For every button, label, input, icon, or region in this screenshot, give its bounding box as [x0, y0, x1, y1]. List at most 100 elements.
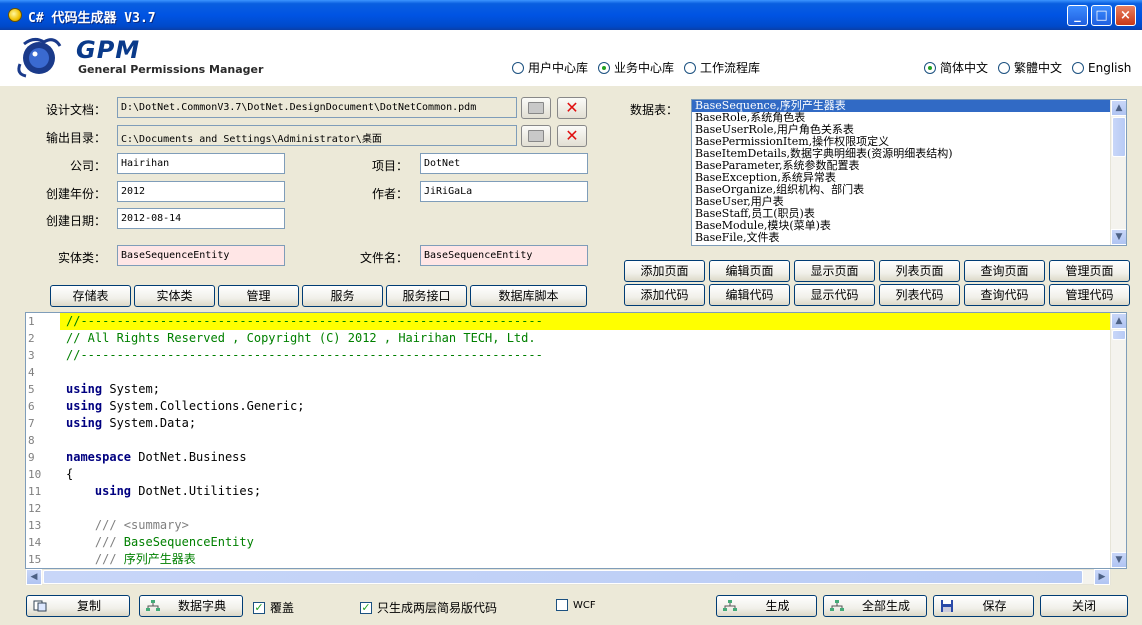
- author-input[interactable]: JiRiGaLa: [420, 181, 588, 202]
- query-code-button[interactable]: 查询代码: [964, 284, 1045, 306]
- code-line[interactable]: {: [60, 466, 1110, 483]
- list-code-button[interactable]: 列表代码: [879, 284, 960, 306]
- code-line[interactable]: using System;: [60, 381, 1110, 398]
- scroll-down-icon[interactable]: ▼: [1111, 229, 1126, 245]
- folder-icon: [528, 102, 544, 114]
- entity-class-button[interactable]: 实体类: [134, 285, 215, 307]
- edit-page-button[interactable]: 编辑页面: [709, 260, 790, 282]
- table-listbox[interactable]: BaseSequence,序列产生器表 BaseRole,系统角色表 BaseU…: [691, 99, 1127, 246]
- service-interface-button[interactable]: 服务接口: [386, 285, 467, 307]
- maximize-button[interactable]: □: [1091, 5, 1112, 26]
- wcf-checkbox[interactable]: WCF: [556, 599, 596, 611]
- service-button[interactable]: 服务: [302, 285, 383, 307]
- close-button[interactable]: 关闭: [1040, 595, 1128, 617]
- add-page-button[interactable]: 添加页面: [624, 260, 705, 282]
- db-script-button[interactable]: 数据库脚本: [470, 285, 587, 307]
- scroll-thumb[interactable]: [1112, 117, 1126, 157]
- code-token: DotNet.Business: [131, 450, 247, 464]
- edit-code-button[interactable]: 编辑代码: [709, 284, 790, 306]
- browse-design-doc-button[interactable]: [521, 97, 551, 119]
- generate-all-button[interactable]: 全部生成: [823, 595, 927, 617]
- line-number: 7: [28, 417, 35, 430]
- scroll-up-icon[interactable]: ▲: [1111, 313, 1126, 329]
- scroll-down-icon[interactable]: ▼: [1111, 552, 1126, 568]
- radio-user-center-db[interactable]: 用户中心库: [512, 59, 588, 76]
- line-number: 4: [28, 366, 35, 379]
- two-layer-checkbox[interactable]: ✓ 只生成两层简易版代码: [360, 599, 497, 616]
- scroll-up-icon[interactable]: ▲: [1111, 100, 1126, 116]
- logo-subtitle: General Permissions Manager: [78, 63, 264, 76]
- save-button[interactable]: 保存: [933, 595, 1034, 617]
- clear-design-doc-button[interactable]: ✕: [557, 97, 587, 119]
- code-line[interactable]: // All Rights Reserved , Copyright (C) 2…: [60, 330, 1110, 347]
- tables-label: 数据表：: [629, 103, 678, 117]
- data-dictionary-button[interactable]: 数据字典: [139, 595, 243, 617]
- checkmark-icon: ✓: [253, 600, 265, 614]
- radio-business-center-db[interactable]: 业务中心库: [598, 59, 674, 76]
- filename-input[interactable]: BaseSequenceEntity: [420, 245, 588, 266]
- hierarchy-icon: [146, 600, 160, 611]
- close-window-button[interactable]: ×: [1115, 5, 1136, 26]
- code-line[interactable]: [60, 500, 1110, 517]
- code-token: ///: [66, 552, 124, 566]
- add-code-button[interactable]: 添加代码: [624, 284, 705, 306]
- code-line[interactable]: [60, 364, 1110, 381]
- generate-all-label: 全部生成: [861, 599, 910, 613]
- scroll-thumb[interactable]: [1112, 330, 1126, 340]
- radio-simplified-chinese[interactable]: 简体中文: [924, 59, 988, 76]
- code-line[interactable]: using DotNet.Utilities;: [60, 483, 1110, 500]
- date-input[interactable]: 2012-08-14: [117, 208, 285, 229]
- overwrite-checkbox[interactable]: ✓ 覆盖: [253, 599, 294, 616]
- output-dir-label: 输出目录：: [45, 131, 106, 145]
- line-number: 12: [28, 502, 42, 515]
- logo-gpm-text: GPM: [76, 36, 141, 64]
- code-line[interactable]: /// BaseSequenceEntity: [60, 534, 1110, 551]
- scroll-left-icon[interactable]: ◀: [26, 569, 42, 585]
- design-doc-input[interactable]: D:\DotNet.CommonV3.7\DotNet.DesignDocume…: [117, 97, 517, 118]
- code-token: System;: [102, 382, 160, 396]
- output-dir-input[interactable]: C:\Documents and Settings\Administrator\…: [117, 125, 517, 146]
- manage-page-button[interactable]: 管理页面: [1049, 260, 1130, 282]
- view-code-button[interactable]: 显示代码: [794, 284, 875, 306]
- code-line[interactable]: /// 序列产生器表: [60, 551, 1110, 568]
- radio-workflow-db[interactable]: 工作流程库: [684, 59, 760, 76]
- line-number: 1: [28, 315, 35, 328]
- editor-horizontal-scrollbar[interactable]: ◀ ▶: [25, 569, 1111, 585]
- browse-output-dir-button[interactable]: [521, 125, 551, 147]
- table-list-scrollbar[interactable]: ▲ ▼: [1110, 100, 1126, 245]
- radio-traditional-chinese[interactable]: 繁體中文: [998, 59, 1062, 76]
- storage-table-button[interactable]: 存储表: [50, 285, 131, 307]
- entity-input[interactable]: BaseSequenceEntity: [117, 245, 285, 266]
- delete-icon: ✕: [565, 126, 579, 145]
- minimize-button[interactable]: _: [1067, 5, 1088, 26]
- code-line[interactable]: /// <summary>: [60, 517, 1110, 534]
- company-label: 公司：: [69, 159, 106, 173]
- radio-english[interactable]: English: [1072, 61, 1131, 75]
- scroll-thumb[interactable]: [43, 570, 1083, 584]
- scroll-right-icon[interactable]: ▶: [1094, 569, 1110, 585]
- code-line[interactable]: namespace DotNet.Business: [60, 449, 1110, 466]
- code-line[interactable]: using System.Data;: [60, 415, 1110, 432]
- manage-code-button[interactable]: 管理代码: [1049, 284, 1130, 306]
- project-input[interactable]: DotNet: [420, 153, 588, 174]
- code-line[interactable]: using System.Collections.Generic;: [60, 398, 1110, 415]
- title-bar[interactable]: C# 代码生成器 V3.7 _ □ ×: [0, 0, 1142, 30]
- list-item[interactable]: BaseFile,文件表: [692, 232, 1126, 244]
- code-editor[interactable]: 1 2 3 4 5 6 7 8 9 10 11 12 13 14 15 //----------------…: [25, 312, 1127, 569]
- list-page-button[interactable]: 列表页面: [879, 260, 960, 282]
- code-line[interactable]: [60, 432, 1110, 449]
- year-input[interactable]: 2012: [117, 181, 285, 202]
- database-radio-group: 用户中心库 业务中心库 工作流程库: [512, 59, 770, 76]
- manager-button[interactable]: 管理: [218, 285, 299, 307]
- view-page-button[interactable]: 显示页面: [794, 260, 875, 282]
- query-page-button[interactable]: 查询页面: [964, 260, 1045, 282]
- editor-vertical-scrollbar[interactable]: ▲ ▼: [1110, 313, 1126, 568]
- company-input[interactable]: Hairihan: [117, 153, 285, 174]
- hierarchy-icon: [830, 600, 844, 611]
- code-line[interactable]: //--------------------------------------…: [60, 347, 1110, 364]
- clear-output-dir-button[interactable]: ✕: [557, 125, 587, 147]
- code-line[interactable]: //--------------------------------------…: [60, 313, 1110, 330]
- generate-button[interactable]: 生成: [716, 595, 817, 617]
- copy-button[interactable]: 复制: [26, 595, 130, 617]
- code-text-area[interactable]: //--------------------------------------…: [60, 313, 1110, 568]
